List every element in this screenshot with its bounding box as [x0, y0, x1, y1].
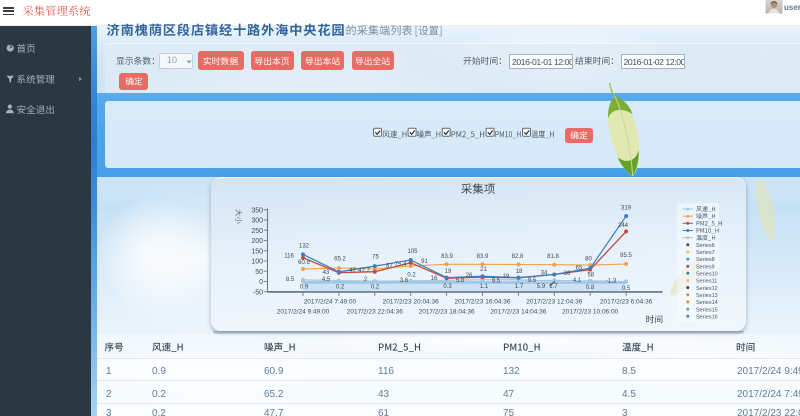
svg-text:4.1: 4.1	[573, 278, 582, 284]
svg-text:82.8: 82.8	[512, 254, 524, 260]
svg-text:75: 75	[372, 255, 379, 261]
svg-text:81.8: 81.8	[547, 254, 559, 260]
svg-text:250: 250	[251, 228, 263, 235]
svg-text:67: 67	[386, 264, 393, 270]
svg-text:4.5: 4.5	[322, 277, 331, 283]
svg-text:65: 65	[576, 265, 583, 271]
svg-text:16: 16	[431, 276, 438, 282]
svg-text:Series16: Series16	[696, 314, 718, 320]
svg-text:2017/2/23 14:04:36: 2017/2/23 14:04:36	[490, 309, 546, 316]
svg-text:1.7: 1.7	[515, 284, 524, 290]
svg-text:75.4: 75.4	[395, 262, 407, 268]
svg-text:26: 26	[466, 273, 473, 279]
svg-text:2017/2/23 22:04:36: 2017/2/23 22:04:36	[347, 309, 403, 316]
svg-text:300: 300	[251, 218, 263, 225]
svg-text:5.9: 5.9	[537, 284, 546, 290]
svg-text:105: 105	[407, 249, 418, 255]
svg-text:Series13: Series13	[696, 293, 718, 299]
svg-text:132: 132	[299, 244, 310, 250]
svg-text:Series7: Series7	[696, 250, 715, 256]
svg-text:2017/2/24 7:49:00: 2017/2/24 7:49:00	[304, 298, 357, 305]
svg-text:0: 0	[259, 279, 263, 286]
svg-text:1.1: 1.1	[480, 284, 489, 290]
svg-text:Series6: Series6	[696, 243, 715, 249]
svg-text:8.5: 8.5	[286, 277, 295, 283]
svg-text:Series10: Series10	[696, 272, 718, 278]
svg-text:-50: -50	[253, 289, 263, 296]
svg-text:91: 91	[421, 259, 428, 265]
svg-text:100: 100	[251, 259, 263, 266]
svg-text:9.5: 9.5	[528, 278, 537, 284]
svg-text:2017/2/23 6:04:36: 2017/2/23 6:04:36	[600, 298, 653, 305]
svg-text:200: 200	[251, 238, 263, 245]
svg-text:150: 150	[251, 248, 263, 255]
svg-text:2017/2/23 18:04:36: 2017/2/23 18:04:36	[419, 309, 475, 316]
svg-text:0.2: 0.2	[336, 284, 345, 290]
svg-text:116: 116	[284, 254, 294, 260]
svg-text:0.2: 0.2	[371, 284, 380, 290]
svg-text:Series8: Series8	[696, 257, 715, 263]
svg-text:2017/2/23 20:04:36: 2017/2/23 20:04:36	[383, 298, 439, 305]
svg-text:19: 19	[503, 274, 510, 280]
svg-text:34: 34	[541, 271, 548, 277]
svg-text:47: 47	[349, 268, 356, 274]
svg-text:350: 350	[251, 207, 263, 214]
svg-text:47.7: 47.7	[358, 268, 370, 274]
svg-text:2017/2/24 9:49:00: 2017/2/24 9:49:00	[277, 309, 330, 316]
svg-text:18: 18	[516, 269, 523, 275]
svg-text:Series11: Series11	[696, 279, 717, 285]
svg-text:0.9: 0.9	[300, 284, 309, 290]
svg-text:Series14: Series14	[696, 300, 718, 306]
svg-text:83.9: 83.9	[441, 254, 453, 260]
svg-text:80: 80	[585, 256, 592, 262]
svg-text:36: 36	[564, 271, 571, 277]
svg-text:21: 21	[480, 267, 487, 273]
svg-text:50: 50	[255, 269, 263, 276]
svg-text:60.9: 60.9	[298, 260, 310, 266]
svg-text:2017/2/23 16:04:36: 2017/2/23 16:04:36	[454, 298, 510, 305]
svg-text:Series12: Series12	[696, 286, 718, 292]
svg-text:0.3: 0.3	[443, 284, 452, 290]
svg-text:3.6: 3.6	[400, 278, 409, 284]
svg-text:85.5: 85.5	[620, 253, 632, 259]
svg-text:-1.3: -1.3	[606, 279, 617, 285]
svg-text:319: 319	[621, 206, 632, 212]
svg-text:65.2: 65.2	[334, 257, 346, 263]
svg-text:Series9: Series9	[696, 264, 715, 270]
svg-text:83.9: 83.9	[477, 254, 489, 260]
svg-text:2017/2/23 12:04:36: 2017/2/23 12:04:36	[526, 298, 582, 305]
svg-text:19: 19	[445, 269, 452, 275]
svg-text:0.8: 0.8	[586, 285, 595, 291]
svg-text:43: 43	[323, 270, 330, 276]
svg-text:5.8: 5.8	[456, 278, 465, 284]
svg-text:244: 244	[618, 223, 629, 229]
svg-text:2017/2/23 10:06:00: 2017/2/23 10:06:00	[562, 309, 618, 316]
svg-text:0.5: 0.5	[622, 286, 631, 292]
svg-text:Series15: Series15	[696, 307, 718, 313]
svg-text:9.5: 9.5	[492, 278, 501, 284]
svg-text:58: 58	[587, 273, 594, 279]
svg-text:0.2: 0.2	[407, 273, 416, 279]
